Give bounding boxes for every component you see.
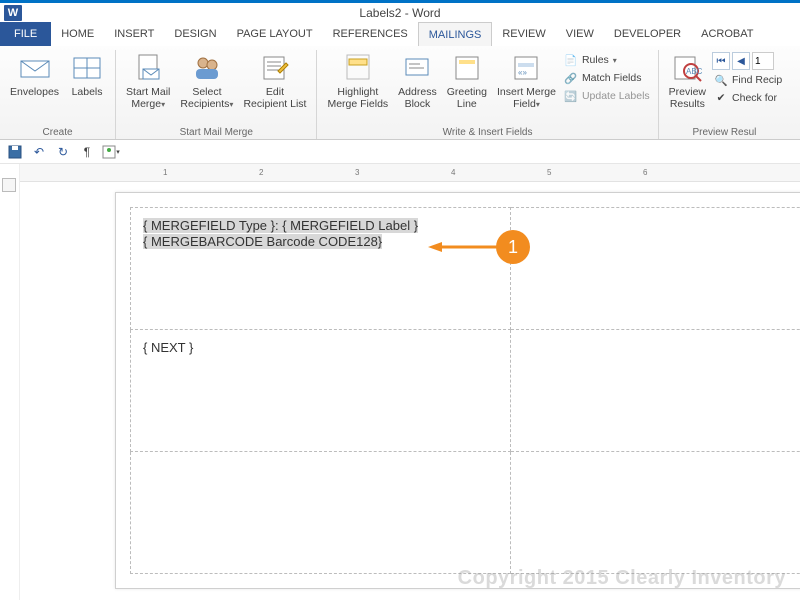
ruler-mark: 4 (451, 168, 455, 177)
check-icon: ✔ (714, 91, 728, 105)
ribbon-tabs: FILE HOME INSERT DESIGN PAGE LAYOUT REFE… (0, 22, 800, 46)
ruler-mark: 6 (643, 168, 647, 177)
group-label-create: Create (6, 127, 109, 140)
search-icon: 🔍 (714, 73, 728, 87)
group-label-startmm: Start Mail Merge (122, 127, 310, 140)
first-record-button[interactable]: ⏮ (712, 52, 730, 70)
greeting-icon (451, 52, 483, 84)
word-app-icon: W (4, 5, 22, 21)
label-cell[interactable]: { MERGEFIELD Type }: { MERGEFIELD Label … (131, 208, 511, 330)
edit-list-icon (259, 52, 291, 84)
tab-page-layout[interactable]: PAGE LAYOUT (227, 22, 323, 46)
greeting-line-button[interactable]: GreetingLine (443, 50, 491, 112)
tab-references[interactable]: REFERENCES (323, 22, 418, 46)
titlebar: W Labels2 - Word (0, 0, 800, 22)
quick-access-toolbar: ↶ ↻ ¶ ▾ (0, 140, 800, 164)
watermark-text: Copyright 2015 Clearly Inventory (458, 567, 786, 590)
check-errors-button[interactable]: ✔Check for (712, 90, 784, 106)
group-label-write: Write & Insert Fields (323, 127, 651, 140)
tab-view[interactable]: VIEW (556, 22, 604, 46)
chevron-down-icon: ▾ (613, 56, 617, 65)
select-recipients-button[interactable]: SelectRecipients▾ (176, 50, 237, 112)
merge-field-line: { MERGEFIELD Type }: { MERGEFIELD Label … (143, 218, 418, 233)
undo-button[interactable]: ↶ (30, 143, 48, 161)
rules-button[interactable]: 📄Rules ▾ (562, 52, 652, 68)
document-mail-icon (132, 52, 164, 84)
chevron-down-icon: ▾ (229, 100, 233, 109)
group-write-insert: HighlightMerge Fields AddressBlock Greet… (317, 50, 658, 140)
insert-field-icon: «» (510, 52, 542, 84)
group-preview-results: ABC PreviewResults ⏮ ◀ 🔍Find Recip ✔Chec… (659, 50, 791, 140)
ruler-mark: 1 (163, 168, 167, 177)
table-row: { NEXT } (131, 330, 800, 452)
ruler-mark: 3 (355, 168, 359, 177)
tab-mailings[interactable]: MAILINGS (418, 22, 493, 46)
insert-merge-field-button[interactable]: «» Insert MergeField▾ (493, 50, 560, 112)
update-icon: 🔄 (564, 89, 578, 103)
preview-icon: ABC (671, 52, 703, 84)
customize-qat-button[interactable]: ▾ (102, 143, 120, 161)
table-row (131, 452, 800, 574)
group-start-mail-merge: Start MailMerge▾ SelectRecipients▾ EditR… (116, 50, 317, 140)
tab-file[interactable]: FILE (0, 22, 51, 46)
svg-text:ABC: ABC (686, 67, 703, 76)
ruler-mark: 2 (259, 168, 263, 177)
next-field: { NEXT } (143, 340, 193, 355)
rules-icon: 📄 (564, 53, 578, 67)
document-title: Labels2 - Word (359, 6, 440, 20)
group-label-preview: Preview Resul (665, 127, 785, 140)
ruler-mark: 5 (547, 168, 551, 177)
table-row: { MERGEFIELD Type }: { MERGEFIELD Label … (131, 208, 800, 330)
merge-barcode-line: { MERGEBARCODE Barcode CODE128} (143, 234, 382, 249)
envelopes-button[interactable]: Envelopes (6, 50, 63, 100)
save-button[interactable] (6, 143, 24, 161)
workspace: 123456 ✥ { MERGEFIELD Type }: { MERGEFIE… (0, 164, 800, 600)
chevron-down-icon: ▾ (161, 100, 165, 109)
preview-results-button[interactable]: ABC PreviewResults (665, 50, 710, 112)
start-mail-merge-button[interactable]: Start MailMerge▾ (122, 50, 174, 112)
label-cell[interactable] (510, 330, 800, 452)
highlight-icon (342, 52, 374, 84)
pilcrow-button[interactable]: ¶ (78, 143, 96, 161)
tab-insert[interactable]: INSERT (104, 22, 164, 46)
document-page[interactable]: { MERGEFIELD Type }: { MERGEFIELD Label … (115, 192, 800, 589)
tab-review[interactable]: REVIEW (492, 22, 555, 46)
record-nav: ⏮ ◀ (712, 52, 784, 70)
label-cell[interactable] (510, 452, 800, 574)
label-cell[interactable]: { NEXT } (131, 330, 511, 452)
people-icon (191, 52, 223, 84)
edit-recipient-list-button[interactable]: EditRecipient List (239, 50, 310, 112)
match-fields-button[interactable]: 🔗Match Fields (562, 70, 652, 86)
find-recipient-button[interactable]: 🔍Find Recip (712, 72, 784, 88)
chevron-down-icon: ▾ (536, 100, 540, 109)
page-area: 123456 ✥ { MERGEFIELD Type }: { MERGEFIE… (20, 164, 800, 600)
tab-developer[interactable]: DEVELOPER (604, 22, 691, 46)
labels-icon (71, 52, 103, 84)
highlight-merge-fields-button[interactable]: HighlightMerge Fields (323, 50, 392, 112)
redo-button[interactable]: ↻ (54, 143, 72, 161)
vertical-ruler (0, 164, 20, 600)
update-labels-button[interactable]: 🔄Update Labels (562, 88, 652, 104)
tab-home[interactable]: HOME (51, 22, 104, 46)
ribbon: Envelopes Labels Create Start MailMerge▾… (0, 46, 800, 140)
label-grid: { MERGEFIELD Type }: { MERGEFIELD Label … (130, 207, 800, 574)
labels-button[interactable]: Labels (65, 50, 109, 100)
prev-record-button[interactable]: ◀ (732, 52, 750, 70)
match-icon: 🔗 (564, 71, 578, 85)
envelope-icon (19, 52, 51, 84)
tab-design[interactable]: DESIGN (164, 22, 226, 46)
svg-text:«»: «» (518, 68, 527, 77)
horizontal-ruler: 1 2 3 4 5 6 (20, 164, 800, 182)
address-icon (401, 52, 433, 84)
address-block-button[interactable]: AddressBlock (394, 50, 441, 112)
label-cell[interactable] (510, 208, 800, 330)
tab-acrobat[interactable]: ACROBAT (691, 22, 763, 46)
record-number-input[interactable] (752, 52, 774, 70)
group-create: Envelopes Labels Create (0, 50, 116, 140)
label-cell[interactable] (131, 452, 511, 574)
